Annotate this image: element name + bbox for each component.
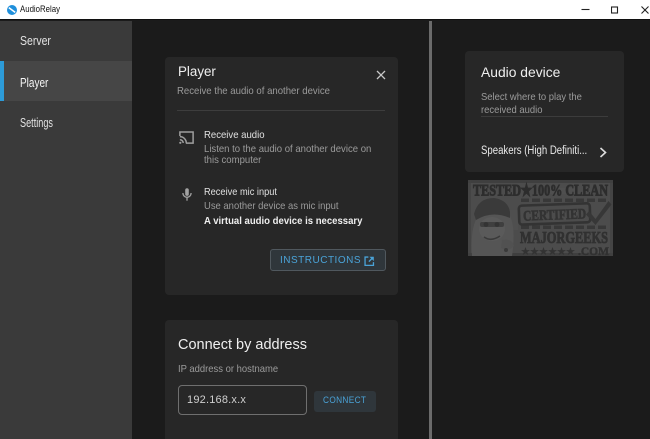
svg-text:★★★★★★: ★★★★★★ [521, 247, 576, 257]
svg-text:.COM: .COM [578, 246, 609, 256]
svg-text:TESTED★100% CLEAN: TESTED★100% CLEAN [473, 183, 608, 200]
svg-text:MAJORGEEKS: MAJORGEEKS [520, 228, 608, 247]
svg-text:CERTIFIED: CERTIFIED [523, 206, 587, 224]
